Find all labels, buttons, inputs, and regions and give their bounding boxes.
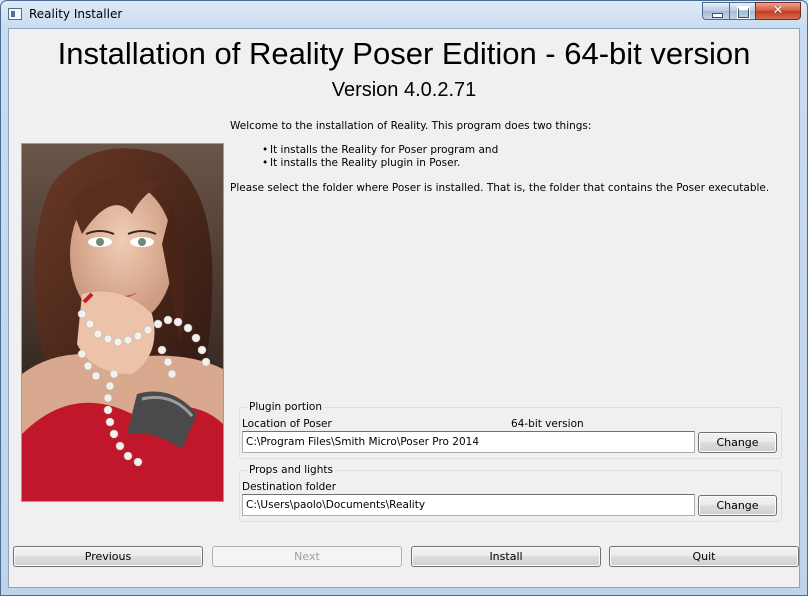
quit-button[interactable]: Quit xyxy=(609,546,799,567)
poser-location-field[interactable]: C:\Program Files\Smith Micro\Poser Pro 2… xyxy=(242,431,695,453)
props-lights-title: Props and lights xyxy=(247,464,335,476)
plugin-portion-title: Plugin portion xyxy=(247,401,324,413)
feature-item: It installs the Reality plugin in Poser. xyxy=(262,157,498,170)
maximize-button[interactable] xyxy=(729,2,756,20)
close-button[interactable]: ✕ xyxy=(755,2,801,20)
page-title: Installation of Reality Poser Edition - … xyxy=(57,36,751,71)
install-button[interactable]: Install xyxy=(411,546,601,567)
version-label: Version 4.0.2.71 xyxy=(331,79,477,101)
portrait-illustration xyxy=(22,144,223,501)
welcome-text: Welcome to the installation of Reality. … xyxy=(230,120,592,132)
minimize-button[interactable] xyxy=(702,2,730,20)
close-icon: ✕ xyxy=(772,3,784,18)
title-bar[interactable]: Reality Installer ✕ xyxy=(1,1,807,28)
bitness-label: 64-bit version xyxy=(511,418,584,430)
next-button[interactable]: Next xyxy=(212,546,402,567)
app-icon xyxy=(8,8,22,20)
product-portrait-image xyxy=(21,143,224,502)
installer-window: Reality Installer ✕ Installation of Real… xyxy=(0,0,808,596)
instruction-text: Please select the folder where Poser is … xyxy=(230,182,770,194)
destination-folder-field[interactable]: C:\Users\paolo\Documents\Reality xyxy=(242,494,695,516)
maximize-icon xyxy=(737,6,750,19)
poser-location-label: Location of Poser xyxy=(242,418,332,430)
change-destination-button[interactable]: Change xyxy=(698,495,777,516)
minimize-icon xyxy=(712,13,723,18)
installer-content: Installation of Reality Poser Edition - … xyxy=(8,28,800,588)
window-title: Reality Installer xyxy=(29,7,123,21)
destination-folder-label: Destination folder xyxy=(242,481,337,493)
feature-list: It installs the Reality for Poser progra… xyxy=(262,144,498,170)
feature-item: It installs the Reality for Poser progra… xyxy=(262,144,498,157)
change-poser-location-button[interactable]: Change xyxy=(698,432,777,453)
previous-button[interactable]: Previous xyxy=(13,546,203,567)
